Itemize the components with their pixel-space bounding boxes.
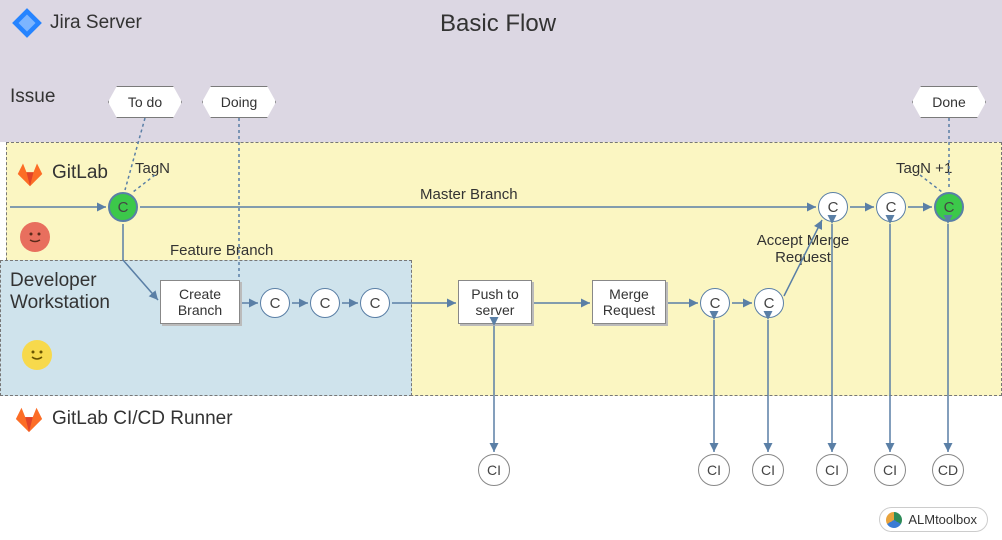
smiley-yellow-icon [22,340,52,370]
feature-branch-label: Feature Branch [170,242,273,259]
gitlab-runner-icon [14,404,44,439]
cd-node: CD [932,454,964,486]
smiley-red-icon [20,222,50,252]
push-to-server-box: Push to server [458,280,532,324]
jira-icon [10,6,44,45]
push-to-server-text: Push to server [463,286,527,318]
cd-text: CD [938,462,958,478]
almtoolbox-badge: ALMtoolbox [879,507,988,532]
commit-text: C [764,295,775,312]
commit-master-1: C [818,192,848,222]
hex-todo: To do [108,86,182,118]
ci-node-3: CI [752,454,784,486]
hex-todo-text: To do [128,94,162,110]
create-branch-box: Create Branch [160,280,240,324]
commit-feature-1: C [260,288,290,318]
runner-lane-label: GitLab CI/CD Runner [52,408,233,430]
hex-doing: Doing [202,86,276,118]
gitlab-lane-label: GitLab [52,162,108,184]
accept-merge-label: Accept Merge Request [748,232,858,266]
hex-done: Done [912,86,986,118]
commit-text: C [886,199,897,216]
ci-text: CI [883,462,897,478]
commit-feature-5: C [754,288,784,318]
commit-text: C [710,295,721,312]
ci-text: CI [487,462,501,478]
create-branch-text: Create Branch [165,286,235,318]
commit-text: C [944,199,955,216]
issue-label: Issue [10,86,55,108]
hex-done-text: Done [932,94,965,110]
merge-request-box: Merge Request [592,280,666,324]
diagram-title: Basic Flow [440,10,556,38]
commit-text: C [370,295,381,312]
commit-feature-2: C [310,288,340,318]
ci-node-2: CI [698,454,730,486]
commit-master-2: C [876,192,906,222]
ci-text: CI [825,462,839,478]
commit-text: C [828,199,839,216]
ci-node-4: CI [816,454,848,486]
commit-feature-4: C [700,288,730,318]
gitlab-icon [16,160,44,193]
commit-master-start: C [108,192,138,222]
commit-feature-3: C [360,288,390,318]
ci-text: CI [761,462,775,478]
hex-doing-text: Doing [221,94,258,110]
master-branch-label: Master Branch [420,186,518,203]
commit-text: C [118,199,129,216]
merge-request-text: Merge Request [597,286,661,318]
commit-text: C [320,295,331,312]
ci-node-1: CI [478,454,510,486]
commit-master-end: C [934,192,964,222]
tag-n1-label: TagN +1 [896,160,952,177]
jira-lane-label: Jira Server [50,12,142,34]
tag-n-label: TagN [135,160,170,177]
almtoolbox-text: ALMtoolbox [908,512,977,527]
commit-text: C [270,295,281,312]
ci-node-5: CI [874,454,906,486]
ci-text: CI [707,462,721,478]
dev-lane-label: Developer Workstation [10,270,120,314]
